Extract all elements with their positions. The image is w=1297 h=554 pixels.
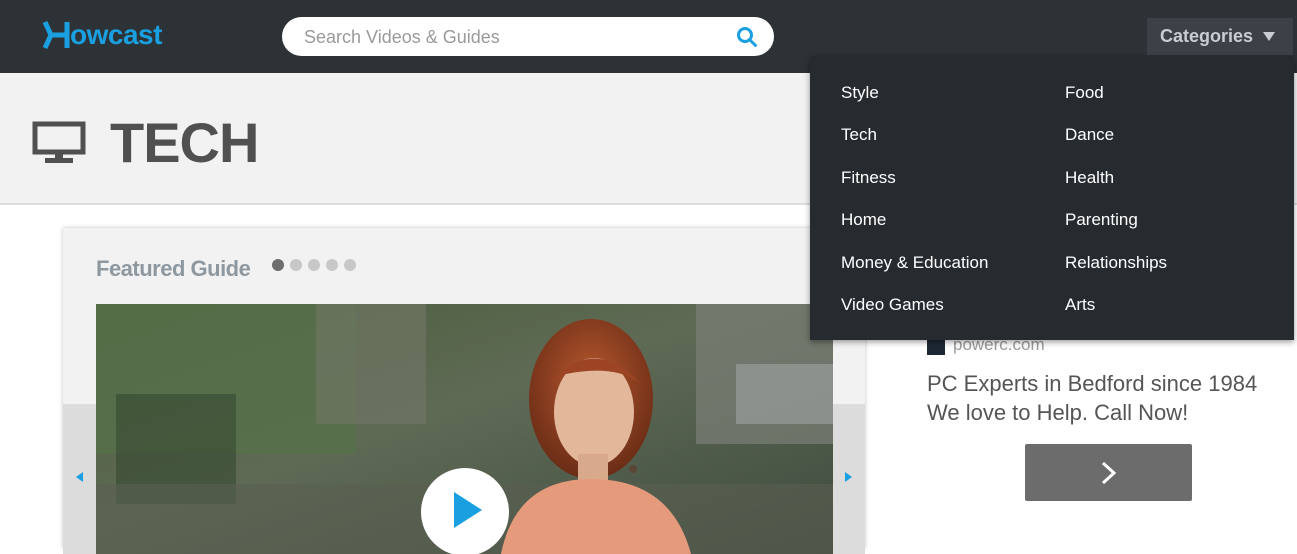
categories-button[interactable]: Categories [1147, 18, 1293, 55]
carousel-dot[interactable] [290, 259, 302, 271]
howcast-logo[interactable]: owcast [42, 17, 162, 53]
menu-item-food[interactable]: Food [1065, 83, 1104, 103]
menu-item-tech[interactable]: Tech [841, 125, 877, 145]
monitor-icon [32, 121, 86, 163]
carousel-next-icon[interactable] [845, 472, 852, 482]
featured-guide-title: Featured Guide [96, 256, 251, 281]
menu-item-home[interactable]: Home [841, 210, 886, 230]
carousel-dots [272, 259, 356, 271]
ad-line: PC Experts in Bedford since 1984 [927, 371, 1258, 396]
menu-item-health[interactable]: Health [1065, 168, 1114, 188]
menu-item-video-games[interactable]: Video Games [841, 295, 944, 315]
featured-video-thumbnail[interactable] [96, 304, 833, 554]
ad-next-button[interactable] [1025, 444, 1192, 501]
carousel-dot[interactable] [272, 259, 284, 271]
search-input[interactable] [302, 17, 726, 58]
menu-item-arts[interactable]: Arts [1065, 295, 1095, 315]
menu-item-dance[interactable]: Dance [1065, 125, 1114, 145]
logo-text: owcast [70, 19, 162, 50]
howcast-h-icon [42, 20, 70, 50]
featured-guide-carousel: Featured Guide [63, 228, 865, 554]
menu-item-fitness[interactable]: Fitness [841, 168, 896, 188]
chevron-right-icon [1101, 461, 1117, 485]
categories-dropdown-menu: Style Tech Fitness Home Money & Educatio… [810, 56, 1294, 340]
ad-text[interactable]: PC Experts in Bedford since 1984 We love… [927, 369, 1287, 427]
play-icon [454, 492, 482, 528]
carousel-dot[interactable] [344, 259, 356, 271]
carousel-prev-icon[interactable] [76, 472, 83, 482]
carousel-dot[interactable] [308, 259, 320, 271]
menu-item-parenting[interactable]: Parenting [1065, 210, 1138, 230]
carousel-dot[interactable] [326, 259, 338, 271]
menu-item-style[interactable]: Style [841, 83, 879, 103]
play-button[interactable] [421, 468, 509, 554]
menu-item-relationships[interactable]: Relationships [1065, 253, 1167, 273]
ad-line: We love to Help. Call Now! [927, 400, 1189, 425]
page-title: TECH [110, 111, 259, 174]
caret-down-icon [1263, 32, 1276, 41]
search-icon[interactable] [736, 26, 758, 48]
categories-label: Categories [1160, 26, 1254, 46]
search-box [282, 17, 774, 58]
menu-item-money-education[interactable]: Money & Education [841, 253, 988, 273]
